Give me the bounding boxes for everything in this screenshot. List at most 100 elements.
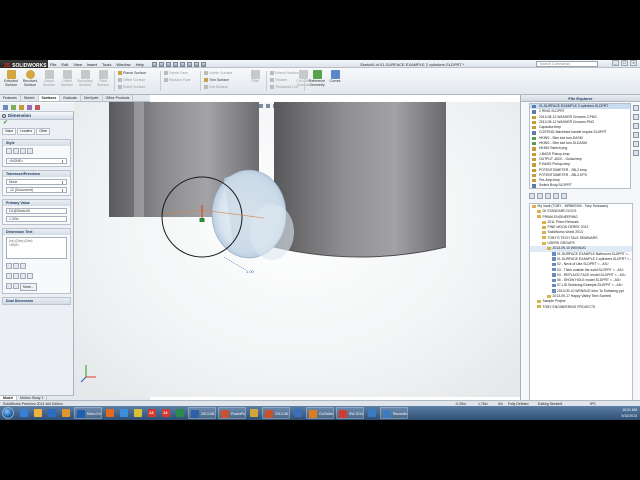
style-select[interactable]: <NONE> [6, 158, 67, 164]
thicken-button[interactable]: Thicken [270, 78, 287, 83]
design-library-tab-icon[interactable] [633, 114, 639, 120]
new-icon[interactable] [152, 62, 157, 67]
untrim-surface-button[interactable]: Untrim Surface [204, 71, 232, 76]
square-symbol-icon[interactable] [6, 283, 12, 289]
menu-view[interactable]: View [73, 61, 82, 68]
delete-face-button[interactable]: Delete Face [164, 71, 188, 76]
tab-evaluate[interactable]: Evaluate [60, 95, 81, 101]
right-cylinder[interactable] [273, 102, 447, 258]
taskbar-app[interactable] [132, 407, 144, 419]
menu-edit[interactable]: Edit [61, 61, 68, 68]
tolerance-type-select[interactable]: None [6, 179, 67, 185]
menu-window[interactable]: Window [116, 61, 130, 68]
align-right-icon[interactable] [20, 263, 26, 269]
feature-manager-icon[interactable] [3, 105, 8, 110]
knit-surface-button[interactable]: Knit Surface [204, 85, 228, 90]
menu-file[interactable]: File [50, 61, 56, 68]
tab-office-products[interactable]: Office Products [103, 95, 134, 101]
check-in-icon[interactable] [537, 193, 543, 199]
menu-tools[interactable]: Tools [102, 61, 111, 68]
sketch-relation-icon[interactable] [199, 218, 205, 222]
subtab-value[interactable]: Value [2, 128, 17, 135]
extruded-surface-button[interactable]: Extruded Surface [2, 70, 20, 92]
menu-insert[interactable]: Insert [87, 61, 97, 68]
start-button[interactable] [2, 407, 14, 419]
tab-sketch[interactable]: Sketch [21, 95, 39, 101]
save-icon[interactable] [166, 62, 171, 67]
rebuild-icon[interactable] [194, 62, 199, 67]
taskbar-app[interactable] [60, 407, 72, 419]
clock-date[interactable]: 9/10/2013 [580, 413, 637, 419]
vault-tree-item[interactable]: TOBY ENGINEERING PROJECTS [530, 305, 632, 310]
dimension-value-label[interactable]: 1.00 [246, 269, 255, 274]
precision-select[interactable]: .12 (Document) [6, 187, 67, 193]
taskbar-app[interactable]: GoToMee... [306, 407, 334, 419]
apply-style-icon[interactable] [6, 148, 12, 154]
print-icon[interactable] [173, 62, 178, 67]
filled-surface-button[interactable]: Filled Surface [94, 70, 112, 92]
taskbar-app[interactable] [248, 407, 260, 419]
taskbar-app[interactable] [366, 407, 378, 419]
configuration-manager-icon[interactable] [19, 105, 24, 110]
search-commands-input[interactable]: Search Commands [536, 61, 598, 67]
taskbar-app[interactable] [292, 407, 304, 419]
taskbar-app[interactable]: SW 2014... [336, 407, 364, 419]
taskbar-app[interactable]: 13 [146, 407, 158, 419]
taskbar-app[interactable] [18, 407, 30, 419]
taskbar-app[interactable]: 2013-08-... [262, 407, 290, 419]
menu-help[interactable]: Help [136, 61, 144, 68]
ok-check-icon[interactable]: ✔ [0, 120, 73, 127]
taskbar-app[interactable]: 13 [160, 407, 172, 419]
taskbar-app[interactable] [32, 407, 44, 419]
add-style-icon[interactable] [13, 148, 19, 154]
appearances-tab-icon[interactable] [633, 141, 639, 147]
taskbar-app[interactable] [174, 407, 186, 419]
graphics-area[interactable]: 1.00 [74, 102, 520, 397]
taskbar-app[interactable]: PowerPoin... [218, 407, 246, 419]
tab-dimxpert[interactable]: DimXpert [81, 95, 103, 101]
curves-button[interactable]: Curves [326, 70, 344, 92]
close-button[interactable]: × [630, 60, 637, 66]
offset-surface-button[interactable]: Offset Surface [118, 78, 145, 83]
replace-face-button[interactable]: Replace Face [164, 78, 191, 83]
revolved-surface-button[interactable]: Revolved Surface [21, 70, 39, 92]
plus-minus-symbol-icon[interactable] [20, 273, 26, 279]
select-icon[interactable] [187, 62, 192, 67]
dimxpert-manager-icon[interactable] [27, 105, 32, 110]
check-out-icon[interactable] [545, 193, 551, 199]
previous-view-icon[interactable] [266, 104, 270, 108]
taskbar-app[interactable] [46, 407, 58, 419]
subtab-leaders[interactable]: Leaders [17, 128, 36, 135]
trim-surface-button[interactable]: Trim Surface [204, 78, 229, 83]
taskbar-app[interactable] [104, 407, 116, 419]
tab-features[interactable]: Features [0, 95, 21, 101]
ruled-surface-button[interactable]: Ruled Surface [118, 85, 145, 90]
view-palette-tab-icon[interactable] [633, 132, 639, 138]
boundary-surface-button[interactable]: Boundary Surface [76, 70, 94, 92]
custom-properties-tab-icon[interactable] [633, 150, 639, 156]
model-view[interactable]: 1.00 [74, 102, 520, 397]
refresh-icon[interactable] [529, 193, 535, 199]
more-symbols-button[interactable]: More... [20, 283, 37, 291]
taskbar-app[interactable] [118, 407, 130, 419]
reference-geometry-button[interactable]: Reference Geometry [308, 70, 326, 92]
fillet-button[interactable]: Fillet [246, 70, 264, 92]
display-manager-icon[interactable] [35, 105, 40, 110]
maximize-button[interactable]: □ [621, 60, 628, 66]
subtab-other[interactable]: Other [36, 128, 51, 135]
get-latest-icon[interactable] [553, 193, 559, 199]
dimension-text-area[interactable]: (xx) (Dim) (Dim) <DIM> [6, 237, 67, 259]
align-center-icon[interactable] [13, 263, 19, 269]
open-icon[interactable] [159, 62, 164, 67]
minimize-button[interactable]: _ [612, 60, 619, 66]
swept-surface-button[interactable]: Swept Surface [40, 70, 58, 92]
centerline-symbol-icon[interactable] [27, 273, 33, 279]
zoom-area-icon[interactable] [259, 104, 263, 108]
tab-surfaces[interactable]: Surfaces [38, 95, 61, 101]
taskbar-app[interactable]: Micro Eng... [74, 407, 102, 419]
align-left-icon[interactable] [6, 263, 12, 269]
dimension-value-field[interactable]: 1.00in [6, 216, 67, 222]
delete-style-icon[interactable] [20, 148, 26, 154]
resources-tab-icon[interactable] [633, 105, 639, 111]
taskbar-app[interactable]: 2013-08-1... [188, 407, 216, 419]
